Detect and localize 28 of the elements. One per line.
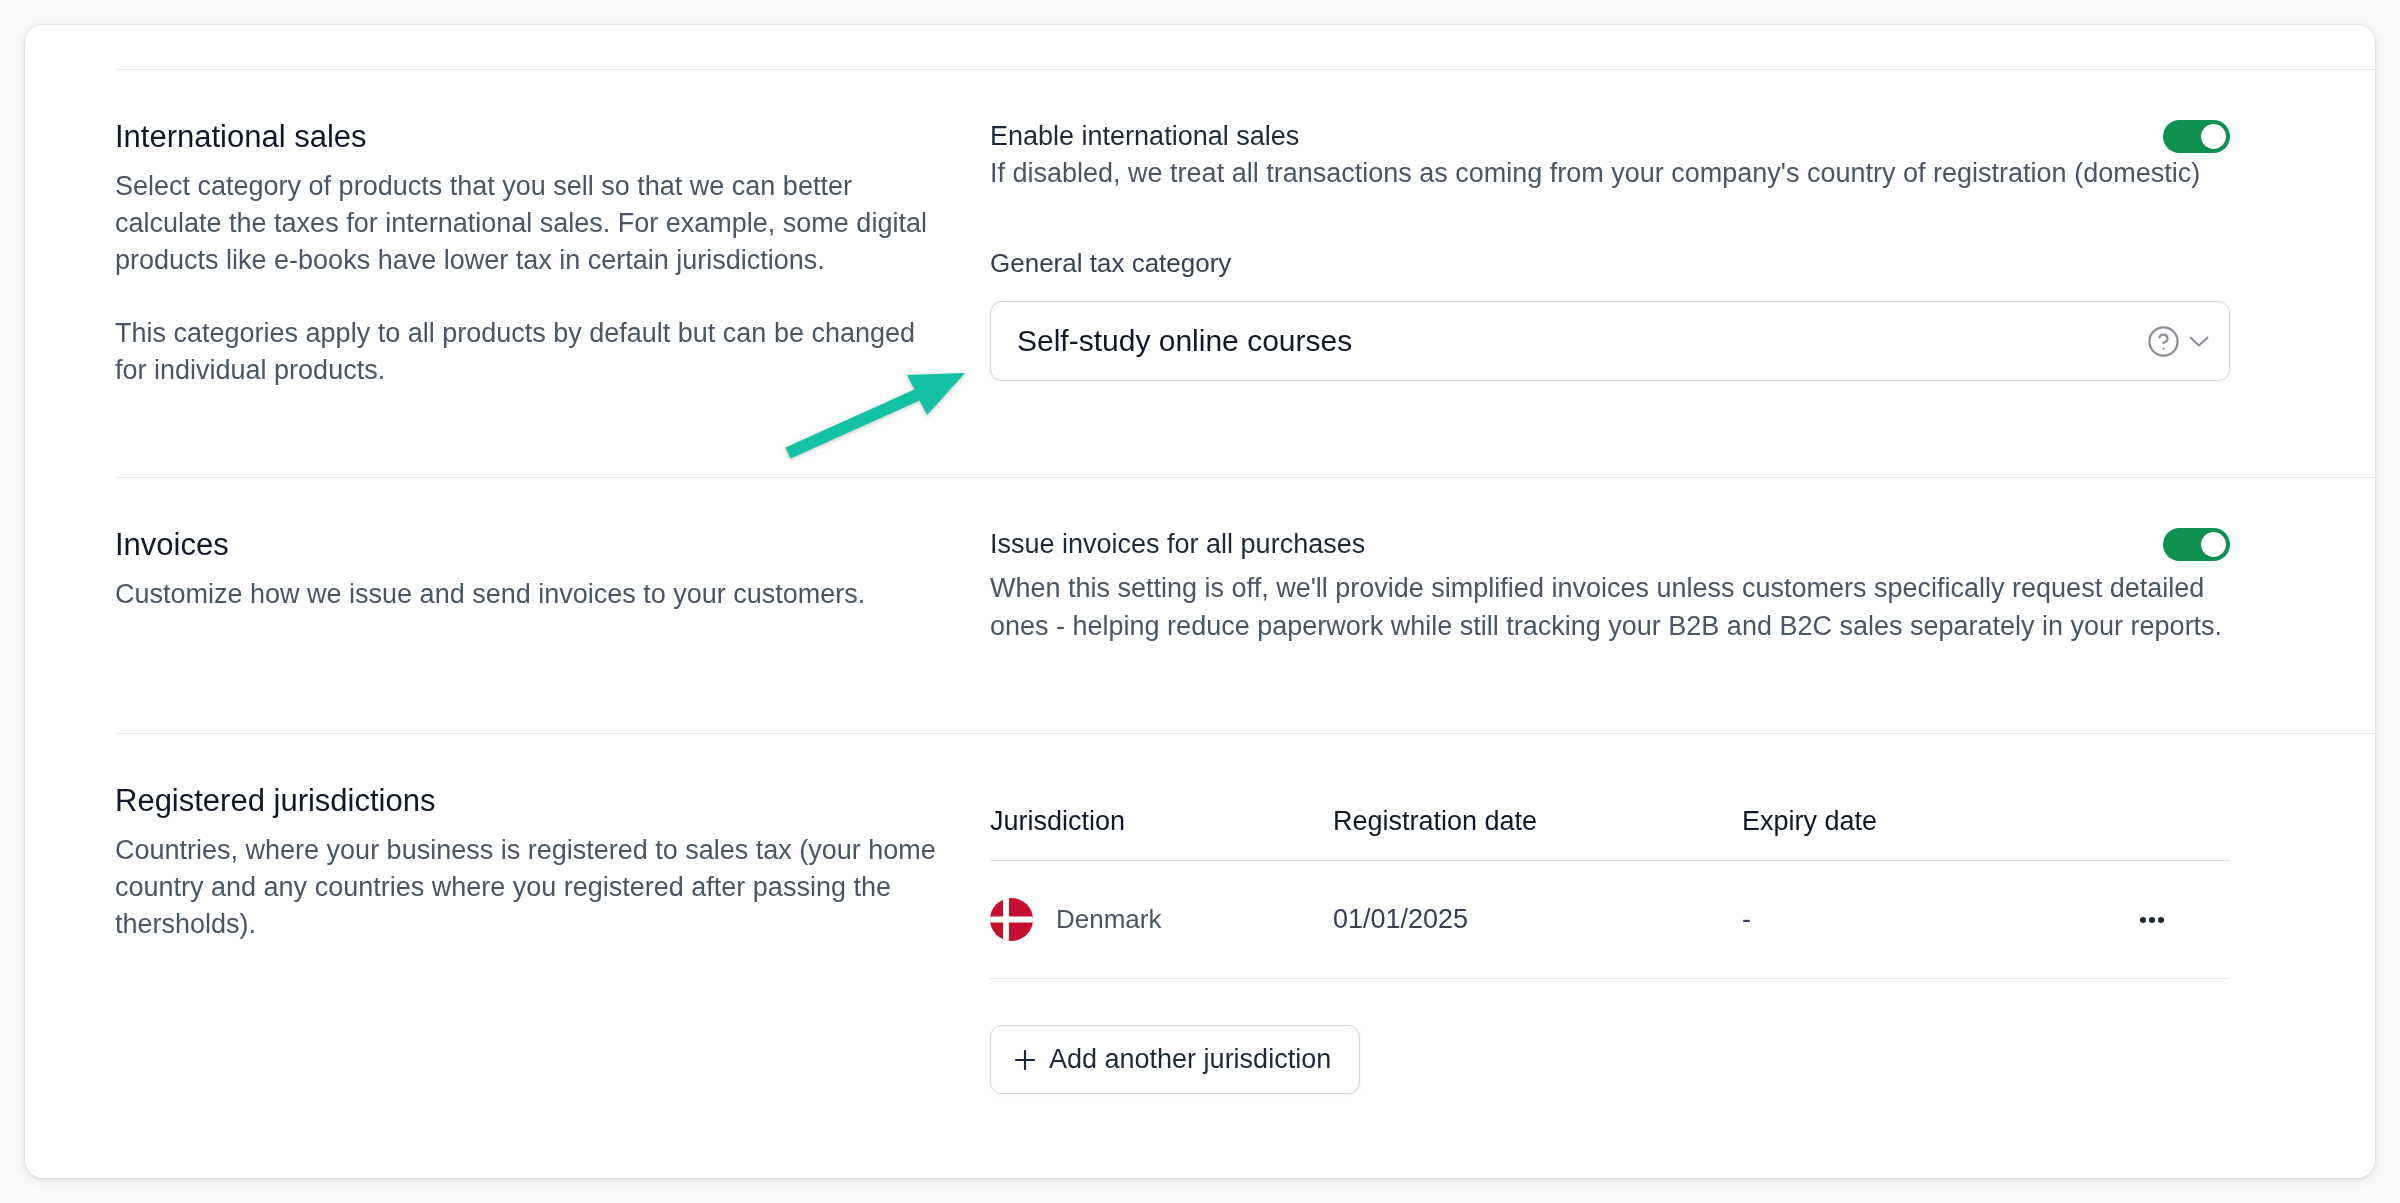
column-header: Expiry date — [1742, 805, 1879, 837]
section-description: Countries, where your business is registered to sales tax (your home country and any countries where you registered after passing the thersholds). — [115, 834, 937, 941]
section-title: Invoices — [115, 526, 230, 564]
table-cell: Denmark — [1056, 904, 1162, 935]
more-button[interactable] — [2140, 916, 2164, 923]
chevron-down-icon — [2189, 335, 2209, 347]
table-cell-text: - — [1742, 904, 1752, 935]
field-label: General tax category — [990, 247, 1233, 280]
column-header: Jurisdiction — [990, 805, 1127, 837]
section-description: Select category of products that you sell so that we can better calculate the taxes for international sales. For example, some digital products like e-books have lower tax in certain jurisdictions. — [115, 170, 928, 277]
more-icon — [2140, 916, 2164, 923]
section-description: Customize how we issue and send invoices to your customers. — [115, 578, 867, 611]
section-title: Registered jurisdictions — [115, 782, 437, 820]
flag-icon — [990, 898, 1033, 941]
section-description: This categories apply to all products by default but can be changed for individual products. — [115, 317, 916, 387]
toggle-switch[interactable] — [2163, 119, 2230, 153]
toggle-switch[interactable] — [2163, 527, 2230, 561]
select-field[interactable]: Self-study online courses — [990, 301, 2230, 381]
plus-icon — [1015, 1049, 1035, 1070]
column-header: Registration date — [1333, 805, 1539, 837]
setting-label: Enable international sales — [990, 120, 1300, 153]
table-cell-text: 01/01/2025 — [1333, 904, 1470, 935]
add-button[interactable]: Add another jurisdiction — [990, 1025, 1361, 1094]
help-icon — [2148, 325, 2179, 357]
setting-hint: When this setting is off, we'll provide simplified invoices unless customers specifically request detailed ones - helping reduce paperwork while still tracking your B2B and B2C sales separately in your reports. — [990, 572, 2224, 643]
setting-hint: If disabled, we treat all transactions as coming from your company's country of registration (domestic) — [990, 157, 2202, 190]
section-title: International sales — [115, 118, 368, 156]
setting-label: Issue invoices for all purchases — [990, 528, 1366, 561]
